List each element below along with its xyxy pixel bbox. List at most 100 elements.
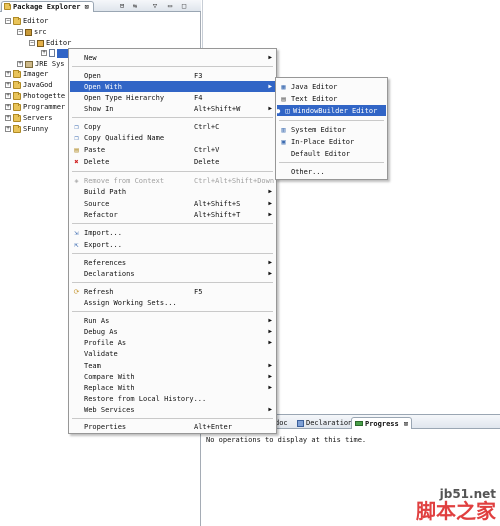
- open-with-submenu: ▦ Java Editor ▤ Text Editor ● ◫ WindowBu…: [275, 77, 388, 180]
- project-icon: [13, 69, 21, 78]
- collapse-icon[interactable]: −: [17, 29, 23, 35]
- tree-item-project[interactable]: + Imager: [5, 69, 48, 79]
- menu-item-build-path[interactable]: Build Path ▶: [70, 186, 275, 197]
- declaration-icon: [297, 419, 304, 427]
- expand-icon[interactable]: +: [5, 93, 11, 99]
- submenu-arrow-icon: ▶: [268, 200, 272, 207]
- menu-separator: [72, 66, 273, 67]
- menu-item-open-type-hierarchy[interactable]: Open Type Hierarchy F4: [70, 92, 275, 103]
- close-icon[interactable]: ⊠: [404, 420, 408, 428]
- menu-item-show-in[interactable]: Show In Alt+Shift+W ▶: [70, 103, 275, 114]
- tree-item-editor-package[interactable]: − Editor: [29, 38, 71, 48]
- submenu-arrow-icon: ▶: [268, 83, 272, 90]
- minimize-icon[interactable]: ▭: [166, 2, 174, 10]
- menu-separator: [72, 418, 273, 419]
- collapse-icon[interactable]: −: [29, 40, 35, 46]
- tab-progress[interactable]: Progress ⊠: [351, 417, 412, 429]
- link-editor-icon[interactable]: ⇆: [131, 2, 139, 10]
- menu-separator: [279, 120, 384, 121]
- tree-item-project[interactable]: + SFunny: [5, 124, 48, 134]
- menu-item-replace-with[interactable]: Replace With ▶: [70, 382, 275, 393]
- submenu-arrow-icon: ▶: [268, 105, 272, 112]
- menu-separator: [72, 223, 273, 224]
- tree-item-label: Imager: [23, 70, 49, 78]
- tree-item-project[interactable]: + Photogette: [5, 91, 65, 101]
- expand-icon[interactable]: +: [5, 82, 11, 88]
- menu-item-debug-as[interactable]: Debug As ▶: [70, 326, 275, 337]
- tab-label: Declaration: [306, 419, 353, 427]
- menu-separator: [72, 311, 273, 312]
- submenu-item-other[interactable]: Other...: [277, 166, 386, 177]
- menu-item-paste[interactable]: ▤ Paste Ctrl+V: [70, 144, 275, 155]
- maximize-icon[interactable]: □: [180, 2, 188, 10]
- menu-item-team[interactable]: Team ▶: [70, 360, 275, 371]
- collapse-all-icon[interactable]: ⊟: [118, 2, 126, 10]
- menu-item-assign-working-sets[interactable]: Assign Working Sets...: [70, 297, 275, 308]
- text-editor-icon: ▤: [281, 94, 286, 103]
- submenu-item-text-editor[interactable]: ▤ Text Editor: [277, 93, 386, 104]
- tree-item-project[interactable]: + JavaGod: [5, 80, 53, 90]
- menu-item-properties[interactable]: Properties Alt+Enter: [70, 421, 275, 432]
- menu-item-declarations[interactable]: Declarations ▶: [70, 268, 275, 279]
- tab-declaration[interactable]: Declaration: [294, 417, 355, 429]
- close-icon[interactable]: ⊠: [84, 3, 88, 11]
- menu-item-web-services[interactable]: Web Services ▶: [70, 404, 275, 415]
- submenu-item-in-place-editor[interactable]: ▣ In-Place Editor: [277, 136, 386, 147]
- submenu-item-system-editor[interactable]: ▥ System Editor: [277, 124, 386, 135]
- menu-item-profile-as[interactable]: Profile As ▶: [70, 337, 275, 348]
- package-explorer-icon: [4, 3, 11, 10]
- menu-item-source[interactable]: Source Alt+Shift+S ▶: [70, 198, 275, 209]
- tree-item-editor-project[interactable]: − Editor: [5, 16, 48, 26]
- menu-item-refresh[interactable]: ⟳ Refresh F5: [70, 286, 275, 297]
- expand-icon[interactable]: +: [5, 71, 11, 77]
- menu-item-restore-from-local-history[interactable]: Restore from Local History...: [70, 393, 275, 404]
- java-file-icon: [49, 49, 55, 57]
- menu-item-compare-with[interactable]: Compare With ▶: [70, 371, 275, 382]
- menu-item-run-as[interactable]: Run As ▶: [70, 315, 275, 326]
- menu-item-import[interactable]: ⇲ Import...: [70, 227, 275, 238]
- project-icon: [13, 91, 21, 100]
- expand-icon[interactable]: +: [5, 126, 11, 132]
- tree-item-servers[interactable]: + Servers: [5, 113, 53, 123]
- expand-icon[interactable]: +: [17, 61, 23, 67]
- menu-item-open[interactable]: Open F3: [70, 70, 275, 81]
- context-menu: New ▶ Open F3 Open With ▶ Open Type Hier…: [68, 48, 277, 434]
- menu-item-references[interactable]: References ▶: [70, 257, 275, 268]
- submenu-arrow-icon: ▶: [268, 270, 272, 277]
- collapse-icon[interactable]: −: [5, 18, 11, 24]
- menu-item-new[interactable]: New ▶: [70, 52, 275, 63]
- view-menu-icon[interactable]: ▽: [151, 2, 159, 10]
- expand-icon[interactable]: +: [5, 115, 11, 121]
- copy-icon: ❐: [74, 133, 79, 142]
- submenu-arrow-icon: ▶: [268, 188, 272, 195]
- source-folder-icon: [25, 28, 32, 36]
- tree-item-src[interactable]: − src: [17, 27, 47, 37]
- submenu-arrow-icon: ▶: [268, 362, 272, 369]
- submenu-arrow-icon: ▶: [268, 406, 272, 413]
- copy-icon: ❐: [74, 122, 79, 131]
- menu-item-refactor[interactable]: Refactor Alt+Shift+T ▶: [70, 209, 275, 220]
- menu-separator: [72, 282, 273, 283]
- submenu-arrow-icon: ▶: [268, 384, 272, 391]
- menu-item-copy[interactable]: ❐ Copy Ctrl+C: [70, 121, 275, 132]
- menu-item-copy-qualified-name[interactable]: ❐ Copy Qualified Name: [70, 132, 275, 143]
- expand-icon[interactable]: +: [41, 50, 47, 56]
- progress-message: No operations to display at this time.: [206, 436, 367, 444]
- package-explorer-tab[interactable]: Package Explorer ⊠: [1, 1, 94, 12]
- menu-item-export[interactable]: ⇱ Export...: [70, 239, 275, 250]
- project-icon: [13, 80, 21, 89]
- submenu-item-java-editor[interactable]: ▦ Java Editor: [277, 81, 386, 92]
- submenu-item-windowbuilder-editor[interactable]: ● ◫ WindowBuilder Editor: [276, 105, 386, 116]
- menu-item-delete[interactable]: ✖ Delete Delete: [70, 156, 275, 167]
- tree-item-project[interactable]: + Programmer: [5, 102, 65, 112]
- expand-icon[interactable]: +: [5, 104, 11, 110]
- submenu-item-default-editor[interactable]: Default Editor: [277, 148, 386, 159]
- windowbuilder-icon: ◫: [285, 106, 290, 115]
- menu-item-open-with[interactable]: Open With ▶: [70, 81, 275, 92]
- project-icon: [13, 102, 21, 111]
- tree-item-label: JRE Sys: [35, 60, 65, 68]
- tree-item-label: src: [34, 28, 47, 36]
- menu-item-validate[interactable]: Validate: [70, 348, 275, 359]
- tree-item-jre[interactable]: + JRE Sys: [17, 59, 65, 69]
- package-explorer-tab-label: Package Explorer: [13, 3, 81, 11]
